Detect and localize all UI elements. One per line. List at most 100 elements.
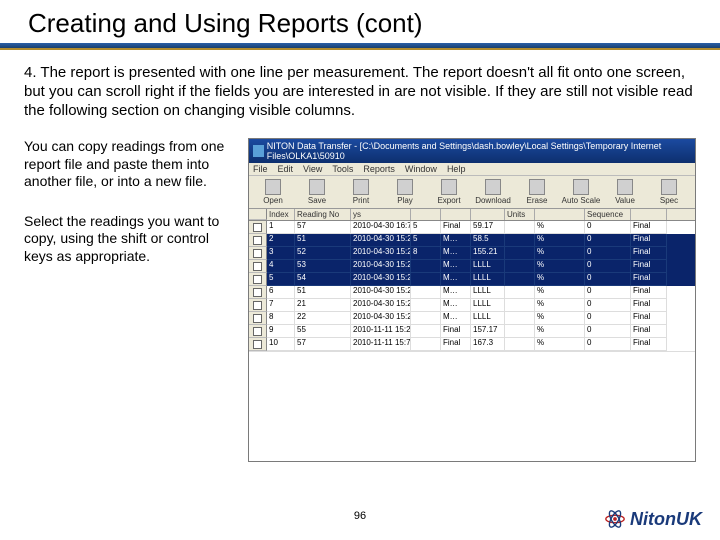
table-row[interactable]: 3522010-04-30 15:28M…155.21%0Final (249, 247, 695, 260)
cell: 1 (267, 221, 295, 234)
cell (505, 338, 535, 351)
column-header[interactable]: ys (351, 209, 411, 220)
cell: Final (631, 273, 667, 286)
toolbar-label: Print (353, 196, 369, 205)
cell: 157.17 (471, 325, 505, 338)
menu-item-window[interactable]: Window (405, 164, 437, 174)
row-handle[interactable] (249, 234, 267, 247)
cell: 9 (267, 325, 295, 338)
menu-item-view[interactable]: View (303, 164, 322, 174)
toolbar-open-button[interactable]: Open (253, 179, 293, 205)
table-row[interactable]: 9552010-11-11 15:2Final157.17%0Final (249, 325, 695, 338)
row-handle[interactable] (249, 273, 267, 286)
toolbar-value-button[interactable]: Value (605, 179, 645, 205)
cell (411, 260, 441, 273)
cell: 155.21 (471, 247, 505, 260)
toolbar-export-button[interactable]: Export (429, 179, 469, 205)
row-icon (253, 275, 262, 284)
cell: Final (631, 260, 667, 273)
cell: 0 (585, 325, 631, 338)
toolbar-label: Download (475, 196, 511, 205)
row-handle[interactable] (249, 312, 267, 325)
export-icon (441, 179, 457, 195)
cell: % (535, 273, 585, 286)
toolbar-label: Auto Scale (562, 196, 601, 205)
cell: 5 (411, 234, 441, 247)
table-row[interactable]: 6512010-04-30 15:2M…LLLL%0Final (249, 286, 695, 299)
toolbar-label: Spec (660, 196, 678, 205)
column-header[interactable] (471, 209, 505, 220)
table-row[interactable]: 10572010-11-11 15:7Final167.3%0Final (249, 338, 695, 351)
toolbar-auto scale-button[interactable]: Auto Scale (561, 179, 601, 205)
cell: 2010-04-30 16:7 (351, 221, 411, 234)
menu-item-edit[interactable]: Edit (278, 164, 294, 174)
row-handle[interactable] (249, 260, 267, 273)
cell: LLLL (471, 273, 505, 286)
toolbar-label: Play (397, 196, 413, 205)
cell: Final (631, 234, 667, 247)
table-row[interactable]: 2512010-04-30 15:25M…58.5%0Final (249, 234, 695, 247)
table-row[interactable]: 4532010-04-30 15:2M…LLLL%0Final (249, 260, 695, 273)
table-row[interactable]: 8222010-04-30 15:2M…LLLL%0Final (249, 312, 695, 325)
row-handle[interactable] (249, 247, 267, 260)
toolbar-print-button[interactable]: Print (341, 179, 381, 205)
note-copy: You can copy readings from one report fi… (24, 138, 234, 191)
cell: % (535, 260, 585, 273)
column-header[interactable] (631, 209, 667, 220)
column-header[interactable]: Units (505, 209, 535, 220)
toolbar-download-button[interactable]: Download (473, 179, 513, 205)
cell (505, 273, 535, 286)
cell: Final (441, 221, 471, 234)
column-header[interactable]: Index (267, 209, 295, 220)
cell: 0 (585, 286, 631, 299)
download-icon (485, 179, 501, 195)
cell: 57 (295, 338, 351, 351)
toolbar-erase-button[interactable]: Erase (517, 179, 557, 205)
cell: Final (441, 338, 471, 351)
cell: 2010-04-30 15:2 (351, 273, 411, 286)
row-handle[interactable] (249, 325, 267, 338)
header: Creating and Using Reports (cont) (0, 0, 720, 50)
cell: 2010-04-30 15:2 (351, 234, 411, 247)
slide-title: Creating and Using Reports (cont) (0, 0, 720, 43)
table-row[interactable]: 1572010-04-30 16:75Final59.17%0Final (249, 221, 695, 234)
column-header[interactable]: Reading No (295, 209, 351, 220)
column-header[interactable] (535, 209, 585, 220)
toolbar: OpenSave Print Play Export Download Erase Auto… (249, 176, 695, 209)
menu-item-help[interactable]: Help (447, 164, 466, 174)
column-header[interactable] (441, 209, 471, 220)
row-handle[interactable] (249, 221, 267, 234)
row-handle[interactable] (249, 286, 267, 299)
menu-item-reports[interactable]: Reports (363, 164, 395, 174)
row-icon (253, 223, 262, 232)
toolbar-spec-button[interactable]: Spec (649, 179, 689, 205)
cell: 5 (411, 221, 441, 234)
table-row[interactable]: 5542010-04-30 15:2M…LLLL%0Final (249, 273, 695, 286)
menu-item-tools[interactable]: Tools (332, 164, 353, 174)
save-icon (309, 179, 325, 195)
row-icon (253, 327, 262, 336)
toolbar-save-button[interactable]: Save (297, 179, 337, 205)
cell: 0 (585, 234, 631, 247)
content-area: 4. The report is presented with one line… (0, 50, 720, 462)
cell: 7 (267, 299, 295, 312)
play-icon (397, 179, 413, 195)
table-row[interactable]: 7212010-04-30 15:2M…LLLL%0Final (249, 299, 695, 312)
menu-item-file[interactable]: File (253, 164, 268, 174)
row-icon (253, 288, 262, 297)
grid-body: 1572010-04-30 16:75Final59.17%0Final2512… (249, 221, 695, 351)
cell: 2010-11-11 15:7 (351, 338, 411, 351)
row-icon (253, 340, 262, 349)
columns-wrap: You can copy readings from one report fi… (24, 138, 696, 462)
row-handle[interactable] (249, 338, 267, 351)
row-handle[interactable] (249, 299, 267, 312)
cell (411, 338, 441, 351)
toolbar-play-button[interactable]: Play (385, 179, 425, 205)
cell (505, 234, 535, 247)
brand-logo: NitonUK (604, 508, 702, 530)
column-header[interactable] (411, 209, 441, 220)
row-icon (253, 262, 262, 271)
cell: 52 (295, 247, 351, 260)
cell: 58.5 (471, 234, 505, 247)
column-header[interactable]: Sequence (585, 209, 631, 220)
